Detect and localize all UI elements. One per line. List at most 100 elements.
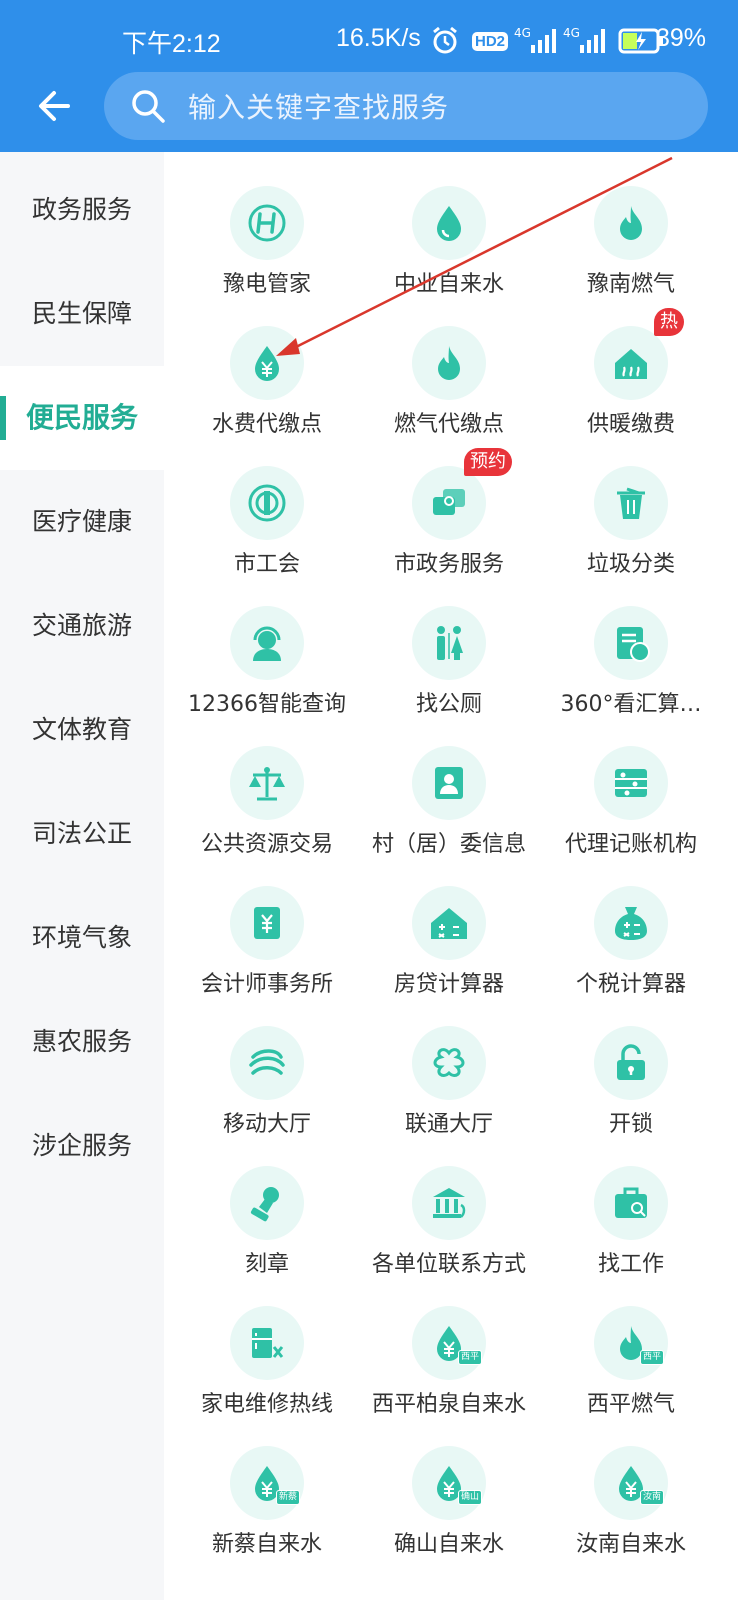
- sidebar-item[interactable]: 医疗健康: [0, 470, 164, 574]
- flame-icon: [438, 346, 460, 380]
- service-item[interactable]: 12366智能查询: [172, 572, 362, 717]
- sidebar-item[interactable]: 民生保障: [0, 262, 164, 366]
- service-item[interactable]: 联通大厅: [354, 992, 544, 1137]
- service-item[interactable]: 移动大厅: [172, 992, 362, 1137]
- house-calc-icon: [431, 908, 467, 939]
- service-item[interactable]: 刻章: [172, 1132, 362, 1277]
- service-item[interactable]: 垃圾分类: [536, 432, 726, 577]
- service-item[interactable]: 家电维修热线: [172, 1272, 362, 1417]
- service-item[interactable]: 代理记账机构: [536, 712, 726, 857]
- signal-icon-2: [579, 29, 605, 53]
- service-item[interactable]: 各单位联系方式: [354, 1132, 544, 1277]
- search-input[interactable]: 输入关键字查找服务: [188, 86, 449, 126]
- flame-icon: [620, 206, 642, 240]
- sidebar-item-label: 司法公正: [31, 819, 132, 848]
- sidebar-item-label: 民生保障: [31, 299, 132, 328]
- sidebar-item[interactable]: 惠农服务: [0, 990, 164, 1094]
- hot-badge: 热: [654, 308, 684, 336]
- region-tag: 西平: [458, 1350, 483, 1365]
- water-drop-icon: [437, 206, 461, 241]
- sidebar-item-label: 政务服务: [31, 195, 132, 224]
- service-item[interactable]: 燃气代缴点: [354, 292, 544, 437]
- service-label: 汝南自来水: [575, 1532, 686, 1557]
- hot-badge: 预约: [464, 448, 512, 476]
- sidebar-item-label: 医疗健康: [31, 507, 132, 536]
- service-icon-bg: [230, 606, 304, 680]
- h-logo-icon: [248, 204, 286, 242]
- service-item[interactable]: 会计师事务所: [172, 852, 362, 997]
- heating-house-icon: [615, 349, 647, 379]
- service-item[interactable]: 豫电管家: [172, 152, 362, 297]
- sidebar-item-label: 文体教育: [31, 715, 132, 744]
- tax-doc-icon: [617, 627, 650, 662]
- service-icon-bg: [412, 886, 486, 960]
- service-item[interactable]: 找工作: [536, 1132, 726, 1277]
- water-yuan-icon: [255, 346, 279, 381]
- alarm-icon: [433, 26, 457, 54]
- stamp-icon: [250, 1187, 279, 1222]
- appliance-repair-icon: [252, 1328, 284, 1358]
- search-icon: [132, 90, 165, 123]
- sidebar-item[interactable]: 涉企服务: [0, 1094, 164, 1198]
- service-icon-bg: [230, 466, 304, 540]
- service-item[interactable]: 西平 西平柏泉自来水: [354, 1272, 544, 1417]
- service-icon-bg: [594, 326, 668, 400]
- service-item[interactable]: 房贷计算器: [354, 852, 544, 997]
- service-icon-bg: [594, 746, 668, 820]
- service-item[interactable]: 360°看汇算…: [536, 572, 726, 717]
- service-icon-bg: [230, 326, 304, 400]
- service-item[interactable]: 西平 西平燃气: [536, 1272, 726, 1417]
- sidebar-item[interactable]: 文体教育: [0, 678, 164, 782]
- service-item[interactable]: 个税计算器: [536, 852, 726, 997]
- service-icon-bg: [230, 1306, 304, 1380]
- service-icon-bg: 西平: [412, 1306, 486, 1380]
- union-logo-icon: [248, 484, 286, 522]
- service-icon-bg: 新蔡: [230, 1446, 304, 1520]
- service-item[interactable]: 确山 确山自来水: [354, 1412, 544, 1557]
- sidebar-item-label: 涉企服务: [31, 1131, 132, 1160]
- service-icon-bg: [412, 326, 486, 400]
- sidebar-item-label: 交通旅游: [31, 611, 132, 640]
- service-item[interactable]: 村（居）委信息: [354, 712, 544, 857]
- service-item[interactable]: 中业自来水: [354, 152, 544, 297]
- sidebar-item[interactable]: 司法公正: [0, 782, 164, 886]
- chat-service-icon: [433, 489, 465, 515]
- battery-percent: 39%: [656, 24, 707, 52]
- sidebar-item[interactable]: 环境气象: [0, 886, 164, 990]
- service-item[interactable]: 豫南燃气: [536, 152, 726, 297]
- service-item[interactable]: 找公厕: [354, 572, 544, 717]
- service-item[interactable]: 新蔡 新蔡自来水: [172, 1412, 362, 1557]
- hd-badge: HD2: [472, 31, 509, 51]
- status-icons: HD2 4G 4G: [430, 26, 664, 56]
- status-net-speed: 16.5K/s: [336, 24, 421, 52]
- service-icon-bg: [412, 1166, 486, 1240]
- category-sidebar: 政务服务民生保障便民服务医疗健康交通旅游文体教育司法公正环境气象惠农服务涉企服务: [0, 152, 164, 1600]
- service-label: 新蔡自来水: [211, 1532, 322, 1557]
- sidebar-item[interactable]: 便民服务: [0, 366, 164, 470]
- service-item[interactable]: 水费代缴点: [172, 292, 362, 437]
- service-icon-bg: [412, 466, 486, 540]
- abacus-icon: [615, 769, 647, 797]
- service-item[interactable]: 市政务服务 预约: [354, 432, 544, 577]
- service-item[interactable]: 开锁: [536, 992, 726, 1137]
- signal-label-1: 4G: [514, 26, 531, 40]
- service-icon-bg: [230, 186, 304, 260]
- padlock-icon: [617, 1044, 645, 1080]
- back-button[interactable]: [34, 86, 74, 126]
- service-item[interactable]: 汝南汝南自来水: [536, 1412, 726, 1557]
- money-bag-calc-icon: [615, 907, 647, 940]
- sidebar-item[interactable]: 政务服务: [0, 158, 164, 262]
- service-icon-bg: [594, 886, 668, 960]
- sidebar-item-label: 环境气象: [31, 923, 132, 952]
- region-tag: 汝南: [640, 1490, 665, 1505]
- sidebar-item[interactable]: 交通旅游: [0, 574, 164, 678]
- service-item[interactable]: 市工会: [172, 432, 362, 577]
- service-icon-bg: [412, 186, 486, 260]
- service-icon-bg: [594, 466, 668, 540]
- status-bar: 下午2:12 16.5K/s HD2 4G 4G 39%: [0, 18, 738, 66]
- service-icon-bg: [230, 746, 304, 820]
- service-item[interactable]: 公共资源交易: [172, 712, 362, 857]
- search-box[interactable]: 输入关键字查找服务: [104, 72, 708, 140]
- status-time: 下午2:12: [122, 30, 221, 58]
- service-item[interactable]: 供暖缴费热: [536, 292, 726, 437]
